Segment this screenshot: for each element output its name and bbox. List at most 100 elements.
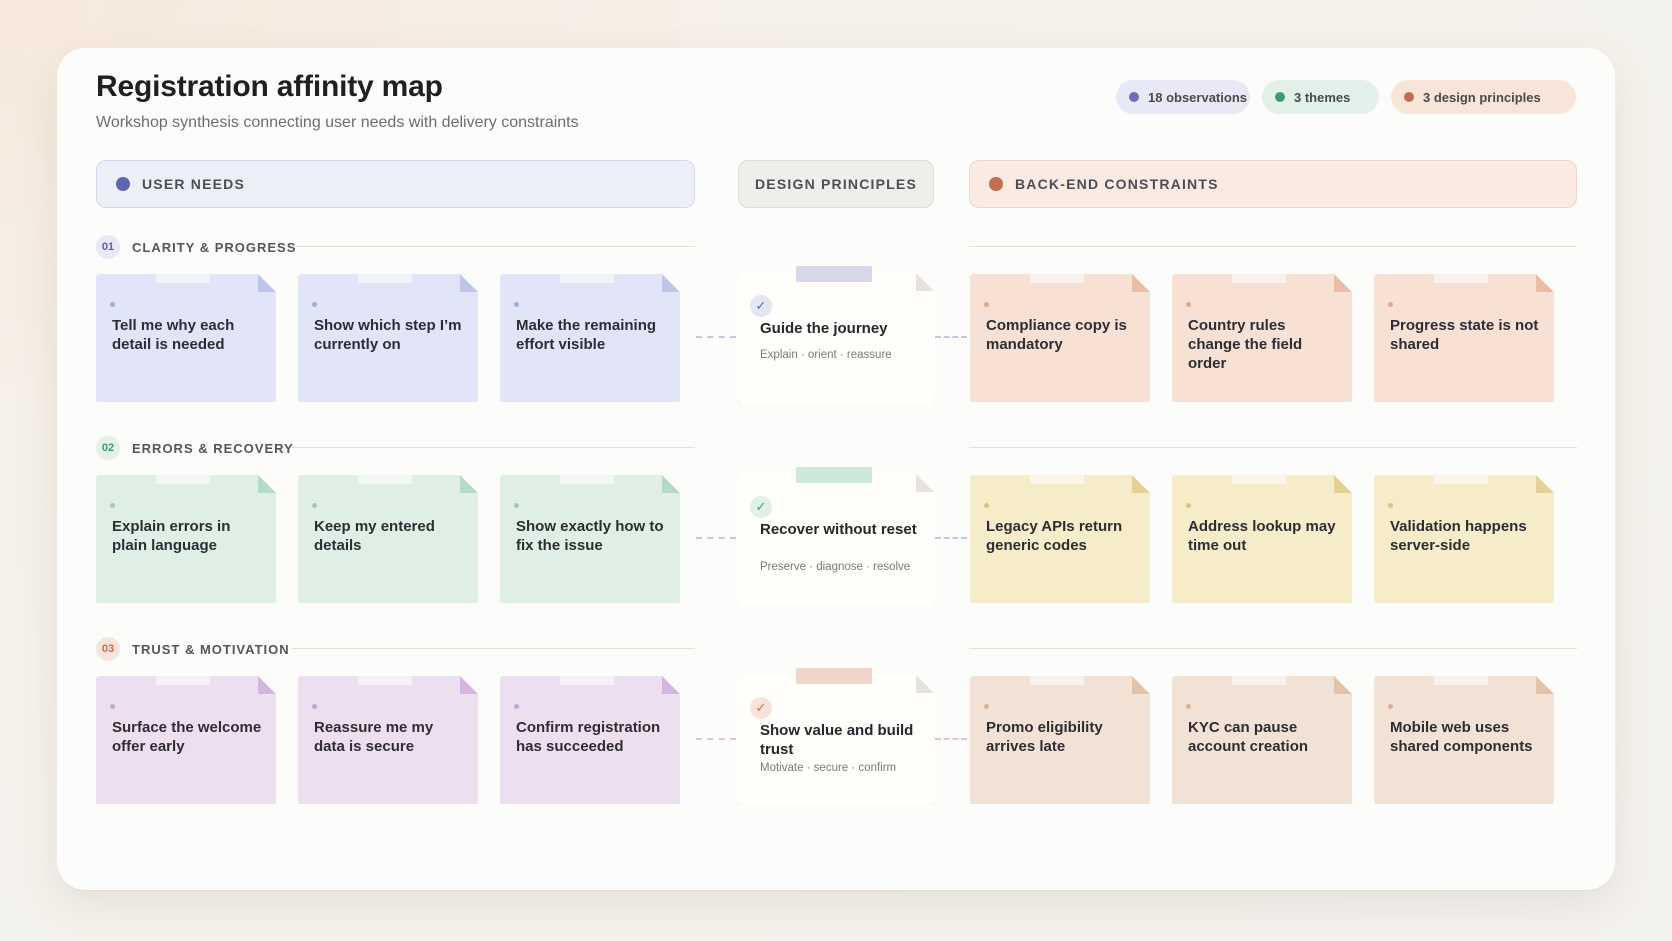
note-text: Show exactly how to fix the issue <box>516 518 664 554</box>
lane-header-design-principles-label: DESIGN PRINCIPLES <box>755 176 917 192</box>
principle-card[interactable]: ✓ Guide the journey Explain · orient · r… <box>738 273 934 403</box>
principle-tape <box>796 467 872 483</box>
note-text: Compliance copy is mandatory <box>986 317 1127 353</box>
connector-line <box>935 738 967 740</box>
note-tape <box>1030 274 1084 283</box>
note-tape <box>358 676 412 685</box>
sticky-note-constraint[interactable]: Address lookup may time out <box>1172 475 1352 603</box>
note-pin-icon <box>984 503 989 508</box>
lane-header-constraints[interactable]: BACK-END CONSTRAINTS <box>969 160 1577 208</box>
sticky-note-constraint[interactable]: Compliance copy is mandatory <box>970 274 1150 402</box>
note-tape <box>1434 676 1488 685</box>
user-needs-dot-icon <box>116 177 130 191</box>
note-text: KYC can pause account creation <box>1188 719 1309 755</box>
principle-tape <box>796 266 872 282</box>
principles-chip-label: 3 design principles <box>1423 89 1541 105</box>
note-text: Make the remaining effort visible <box>516 317 657 353</box>
principle-subtitle: Motivate · secure · confirm <box>760 762 897 774</box>
note-pin-icon <box>514 302 519 307</box>
theme-label-clarity-progress: 01 CLARITY & PROGRESS <box>96 235 296 259</box>
check-icon: ✓ <box>750 496 772 518</box>
sticky-note-constraint[interactable]: KYC can pause account creation <box>1172 676 1352 804</box>
note-pin-icon <box>312 302 317 307</box>
principles-dot-icon <box>1404 92 1414 102</box>
note-text: Validation happens server-side <box>1390 518 1527 554</box>
note-pin-icon <box>1388 302 1393 307</box>
note-pin-icon <box>110 704 115 709</box>
note-tape <box>1232 676 1286 685</box>
note-pin-icon <box>514 503 519 508</box>
theme-label-errors-recovery: 02 ERRORS & RECOVERY <box>96 436 294 460</box>
note-tape <box>358 475 412 484</box>
themes-chip[interactable]: 3 themes <box>1262 80 1379 114</box>
themes-chip-label: 3 themes <box>1294 89 1351 105</box>
sticky-note-user-need[interactable]: Reassure me my data is secure <box>298 676 478 804</box>
theme-number-badge: 01 <box>96 235 120 259</box>
note-text: Country rules change the field order <box>1188 317 1303 372</box>
sticky-note-user-need[interactable]: Tell me why each detail is needed <box>96 274 276 402</box>
principle-subtitle: Preserve · diagnose · resolve <box>760 561 911 573</box>
note-pin-icon <box>1388 704 1393 709</box>
note-text: Address lookup may time out <box>1188 518 1336 554</box>
sticky-note-user-need[interactable]: Keep my entered details <box>298 475 478 603</box>
themes-dot-icon <box>1275 92 1285 102</box>
observations-chip[interactable]: 18 observations <box>1116 80 1250 114</box>
connector-line <box>935 537 967 539</box>
theme-title: CLARITY & PROGRESS <box>132 239 297 255</box>
note-pin-icon <box>1186 302 1191 307</box>
principle-subtitle: Explain · orient · reassure <box>760 349 892 361</box>
note-tape <box>1434 475 1488 484</box>
sticky-note-constraint[interactable]: Promo eligibility arrives late <box>970 676 1150 804</box>
connector-line <box>696 537 736 539</box>
sticky-note-constraint[interactable]: Legacy APIs return generic codes <box>970 475 1150 603</box>
note-tape <box>1030 475 1084 484</box>
note-text: Keep my entered details <box>314 518 435 554</box>
sticky-note-user-need[interactable]: Show exactly how to fix the issue <box>500 475 680 603</box>
note-pin-icon <box>984 302 989 307</box>
note-tape <box>1232 274 1286 283</box>
note-tape <box>156 274 210 283</box>
note-text: Reassure me my data is secure <box>314 719 434 755</box>
note-tape <box>1232 475 1286 484</box>
note-pin-icon <box>1186 503 1191 508</box>
sticky-note-user-need[interactable]: Surface the welcome offer early <box>96 676 276 804</box>
theme-divider <box>969 246 1577 247</box>
principles-chip[interactable]: 3 design principles <box>1391 80 1576 114</box>
sticky-note-constraint[interactable]: Progress state is not shared <box>1374 274 1554 402</box>
check-icon: ✓ <box>750 295 772 317</box>
sticky-note-constraint[interactable]: Country rules change the field order <box>1172 274 1352 402</box>
theme-divider <box>292 447 695 448</box>
note-text: Surface the welcome offer early <box>112 719 262 755</box>
note-text: Promo eligibility arrives late <box>986 719 1103 755</box>
note-tape <box>156 676 210 685</box>
note-text: Tell me why each detail is needed <box>112 317 235 353</box>
note-text: Mobile web uses shared components <box>1390 719 1533 755</box>
observations-dot-icon <box>1129 92 1139 102</box>
page-title: Registration affinity map <box>96 70 443 103</box>
theme-number-badge: 03 <box>96 637 120 661</box>
note-pin-icon <box>110 503 115 508</box>
sticky-note-user-need[interactable]: Make the remaining effort visible <box>500 274 680 402</box>
lane-header-user-needs[interactable]: USER NEEDS <box>96 160 695 208</box>
sticky-note-constraint[interactable]: Mobile web uses shared components <box>1374 676 1554 804</box>
sticky-note-user-need[interactable]: Explain errors in plain language <box>96 475 276 603</box>
note-tape <box>560 676 614 685</box>
note-pin-icon <box>312 704 317 709</box>
sticky-note-user-need[interactable]: Confirm registration has succeeded <box>500 676 680 804</box>
principle-title: Show value and build trust <box>760 722 914 758</box>
theme-title: ERRORS & RECOVERY <box>132 440 294 456</box>
lane-header-user-needs-label: USER NEEDS <box>142 176 246 192</box>
note-text: Explain errors in plain language <box>112 518 231 554</box>
note-tape <box>156 475 210 484</box>
principle-card[interactable]: ✓ Recover without reset Preserve · diagn… <box>738 474 934 604</box>
principle-card[interactable]: ✓ Show value and build trust Motivate · … <box>738 675 934 805</box>
note-tape <box>1434 274 1488 283</box>
sticky-note-user-need[interactable]: Show which step I’m currently on <box>298 274 478 402</box>
theme-divider <box>969 648 1577 649</box>
lane-header-design-principles[interactable]: DESIGN PRINCIPLES <box>738 160 934 208</box>
theme-title: TRUST & MOTIVATION <box>132 641 290 657</box>
theme-divider <box>969 447 1577 448</box>
page-subtitle: Workshop synthesis connecting user needs… <box>96 114 579 131</box>
theme-label-trust-motivation: 03 TRUST & MOTIVATION <box>96 637 290 661</box>
sticky-note-constraint[interactable]: Validation happens server-side <box>1374 475 1554 603</box>
